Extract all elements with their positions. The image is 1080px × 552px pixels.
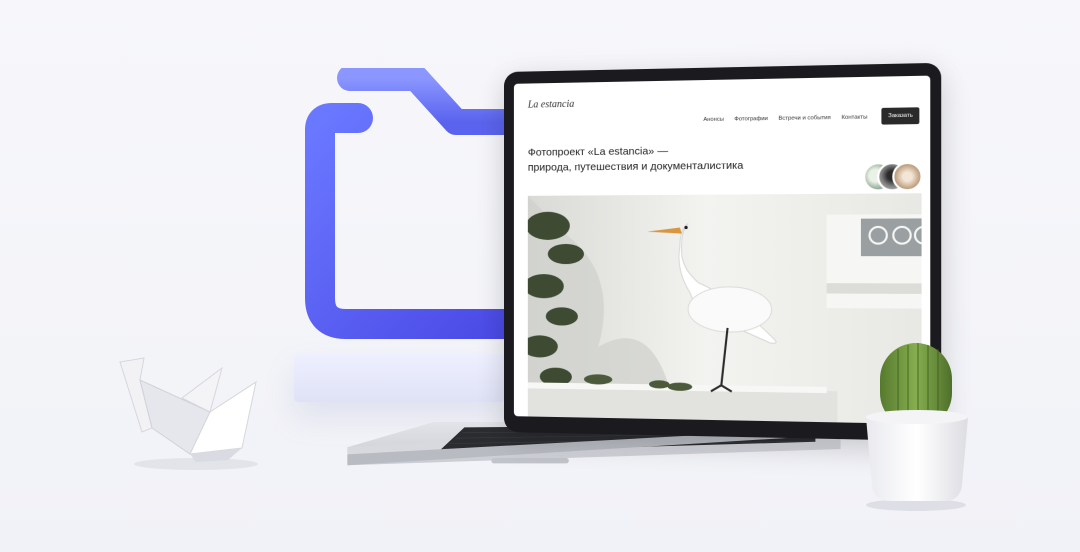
cactus-plant <box>866 343 968 511</box>
site-nav: Анонсы Фотографии Встречи и события Конт… <box>703 114 867 123</box>
headline-line-2: природа, путешествия и документалистика <box>527 159 744 174</box>
order-button[interactable]: Заказать <box>881 107 920 125</box>
site-header: La estancia Анонсы Фотографии Встречи и … <box>528 88 920 135</box>
avatar-group <box>863 161 923 192</box>
page-title: Фотопроект «La estancia» — природа, путе… <box>528 142 795 175</box>
nav-item-contacts[interactable]: Контакты <box>841 114 867 121</box>
scene: La estancia Анонсы Фотографии Встречи и … <box>0 0 1080 552</box>
nav-item-events[interactable]: Встречи и события <box>778 115 830 122</box>
laptop: La estancia Анонсы Фотографии Встречи и … <box>320 62 942 500</box>
origami-crane <box>119 357 258 470</box>
nav-item-announcements[interactable]: Анонсы <box>703 117 724 123</box>
avatar[interactable] <box>892 161 923 192</box>
site-logo[interactable]: La estancia <box>528 99 574 111</box>
nav-item-photos[interactable]: Фотографии <box>734 116 768 123</box>
